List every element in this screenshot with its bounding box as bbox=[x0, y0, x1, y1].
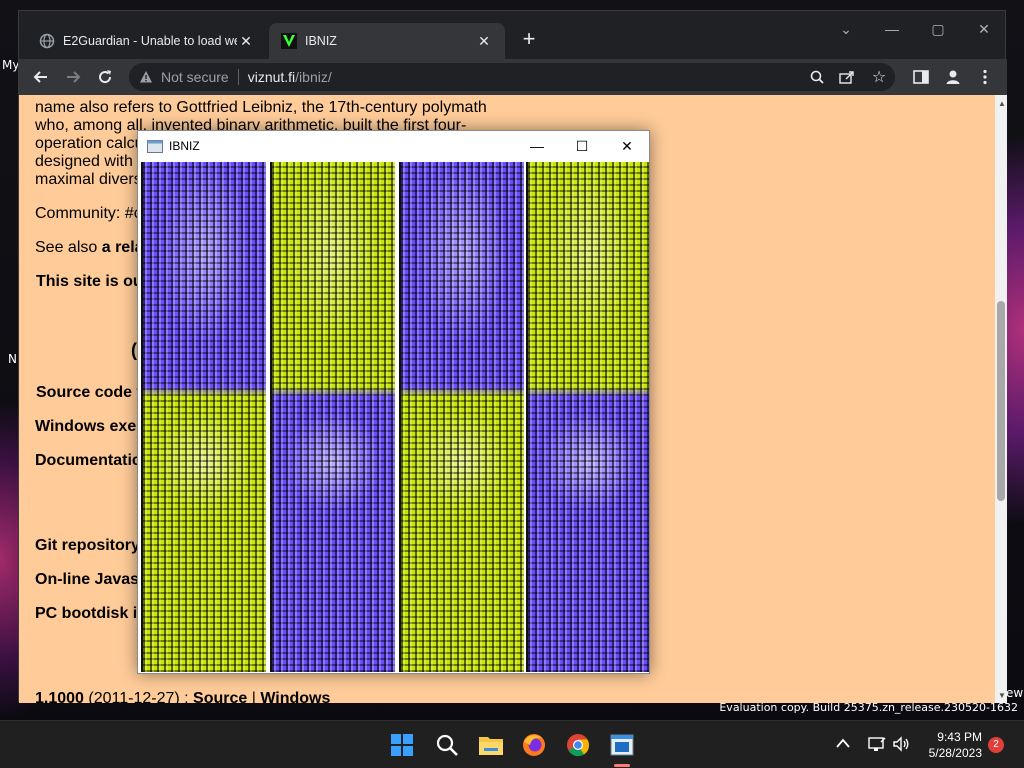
clock-date: 5/28/2023 bbox=[928, 746, 982, 760]
address-bar[interactable]: Not secure viznut.fi/ibniz/ ☆ bbox=[129, 63, 895, 91]
reload-button[interactable] bbox=[91, 63, 119, 91]
close-button[interactable]: ✕ bbox=[604, 131, 650, 161]
reload-icon bbox=[99, 70, 112, 84]
ibniz-window-title: IBNIZ bbox=[169, 139, 200, 153]
forward-button[interactable] bbox=[59, 63, 87, 91]
render-stripe bbox=[526, 162, 649, 672]
pc-bootdisk-link[interactable]: PC bootdisk i bbox=[35, 605, 137, 623]
warning-icon bbox=[140, 71, 152, 83]
start-icon[interactable] bbox=[386, 729, 418, 761]
firefox-icon[interactable] bbox=[518, 729, 550, 761]
site-notice: This site is ou bbox=[36, 273, 143, 290]
tab-title: E2Guardian - Unable to load web bbox=[63, 34, 237, 48]
ibniz-window: IBNIZ — ☐ ✕ bbox=[137, 130, 650, 674]
scrollbar-thumb[interactable] bbox=[997, 301, 1005, 501]
close-icon[interactable]: ✕ bbox=[237, 33, 255, 50]
tab-title: IBNIZ bbox=[305, 34, 337, 48]
ibniz-render-canvas[interactable] bbox=[141, 162, 649, 672]
paragraph-line: maximal divers bbox=[35, 171, 142, 188]
git-repository-link[interactable]: Git repository bbox=[35, 537, 140, 555]
tab-search-icon[interactable]: ⌄ bbox=[823, 15, 869, 43]
menu-kebab-icon[interactable] bbox=[971, 63, 999, 91]
volume-icon[interactable] bbox=[892, 736, 910, 757]
release-source-link[interactable]: Source bbox=[193, 690, 247, 703]
minimize-button[interactable]: — bbox=[514, 131, 560, 161]
omnibox-divider bbox=[237, 69, 239, 85]
search-icon[interactable] bbox=[431, 729, 463, 761]
chrome-icon[interactable] bbox=[562, 729, 594, 761]
chevron-up-icon[interactable] bbox=[836, 735, 850, 751]
bookmark-star-icon[interactable]: ☆ bbox=[863, 67, 895, 87]
share-icon[interactable] bbox=[831, 70, 863, 84]
profile-icon[interactable] bbox=[939, 63, 967, 91]
windows-exe-link[interactable]: Windows exe bbox=[35, 418, 136, 436]
desktop-icon-label[interactable]: ew bbox=[1006, 686, 1023, 700]
url-path: /ibniz/ bbox=[295, 69, 332, 85]
ibniz-app-icon[interactable] bbox=[606, 729, 638, 761]
evaluation-watermark: Evaluation copy. Build 25375.zn_release.… bbox=[719, 701, 1018, 714]
browser-toolbar: Not secure viznut.fi/ibniz/ ☆ bbox=[19, 59, 1007, 95]
source-code-link[interactable]: Source code t bbox=[36, 384, 142, 402]
taskbar: 9:43 PM 5/28/2023 2 bbox=[0, 720, 1024, 768]
desktop-icon-label[interactable]: My bbox=[2, 58, 19, 72]
scroll-down-icon[interactable]: ▼ bbox=[998, 691, 1006, 700]
online-javascript-link[interactable]: On-line Javas bbox=[35, 571, 139, 589]
tab-strip: E2Guardian - Unable to load web ✕ IBNIZ … bbox=[19, 11, 1007, 59]
forward-arrow-icon bbox=[67, 71, 81, 83]
paragraph-line: designed with t bbox=[35, 153, 142, 170]
close-window-button[interactable]: ✕ bbox=[961, 15, 1007, 43]
render-stripe bbox=[399, 162, 524, 672]
side-panel-icon[interactable] bbox=[907, 63, 935, 91]
url-host: viznut.fi bbox=[247, 69, 296, 85]
see-also-line: See also a rela bbox=[35, 239, 144, 257]
documentation-link[interactable]: Documentatic bbox=[35, 452, 141, 470]
desktop-icon-label[interactable]: N bbox=[8, 352, 17, 366]
tab-ibniz[interactable]: IBNIZ ✕ bbox=[269, 23, 505, 59]
notification-badge[interactable]: 2 bbox=[988, 737, 1004, 753]
minimize-button[interactable]: — bbox=[869, 15, 915, 43]
ibniz-favicon bbox=[281, 33, 297, 49]
new-tab-button[interactable]: + bbox=[515, 25, 543, 53]
see-also-text: See also bbox=[35, 239, 102, 256]
maximize-button[interactable]: ☐ bbox=[559, 131, 605, 161]
clock[interactable]: 9:43 PM 5/28/2023 bbox=[920, 729, 982, 761]
page-scrollbar[interactable]: ▲ ▼ bbox=[995, 95, 1007, 703]
active-app-indicator bbox=[614, 764, 630, 767]
tab-e2guardian[interactable]: E2Guardian - Unable to load web ✕ bbox=[27, 23, 267, 59]
security-indicator[interactable]: Not secure bbox=[139, 69, 229, 85]
community-line: Community: #c bbox=[35, 205, 142, 223]
paragraph-line: name also refers to Gottfried Leibniz, t… bbox=[35, 99, 487, 116]
close-icon[interactable]: ✕ bbox=[475, 33, 493, 50]
community-text: Community: # bbox=[35, 205, 134, 222]
render-stripe bbox=[141, 162, 266, 672]
ibniz-titlebar[interactable]: IBNIZ — ☐ ✕ bbox=[138, 131, 649, 161]
window-app-icon bbox=[147, 139, 163, 153]
release-line: 1.1000 (2011-12-27) : Source | Windows bbox=[35, 690, 330, 703]
file-explorer-icon[interactable] bbox=[475, 729, 507, 761]
back-button[interactable] bbox=[27, 63, 55, 91]
globe-icon bbox=[39, 33, 55, 49]
release-separator: | bbox=[247, 690, 261, 703]
scroll-up-icon[interactable]: ▲ bbox=[998, 99, 1006, 108]
release-version: 1.1000 bbox=[35, 690, 84, 703]
security-label: Not secure bbox=[161, 69, 229, 85]
back-arrow-icon bbox=[33, 71, 47, 83]
maximize-button[interactable]: ▢ bbox=[915, 15, 961, 43]
release-windows-link[interactable]: Windows bbox=[260, 690, 330, 703]
network-icon[interactable] bbox=[868, 736, 886, 757]
clock-time: 9:43 PM bbox=[937, 730, 982, 744]
render-stripe bbox=[270, 162, 395, 672]
zoom-search-icon[interactable] bbox=[803, 70, 831, 84]
release-date: (2011-12-27) : bbox=[83, 690, 194, 703]
